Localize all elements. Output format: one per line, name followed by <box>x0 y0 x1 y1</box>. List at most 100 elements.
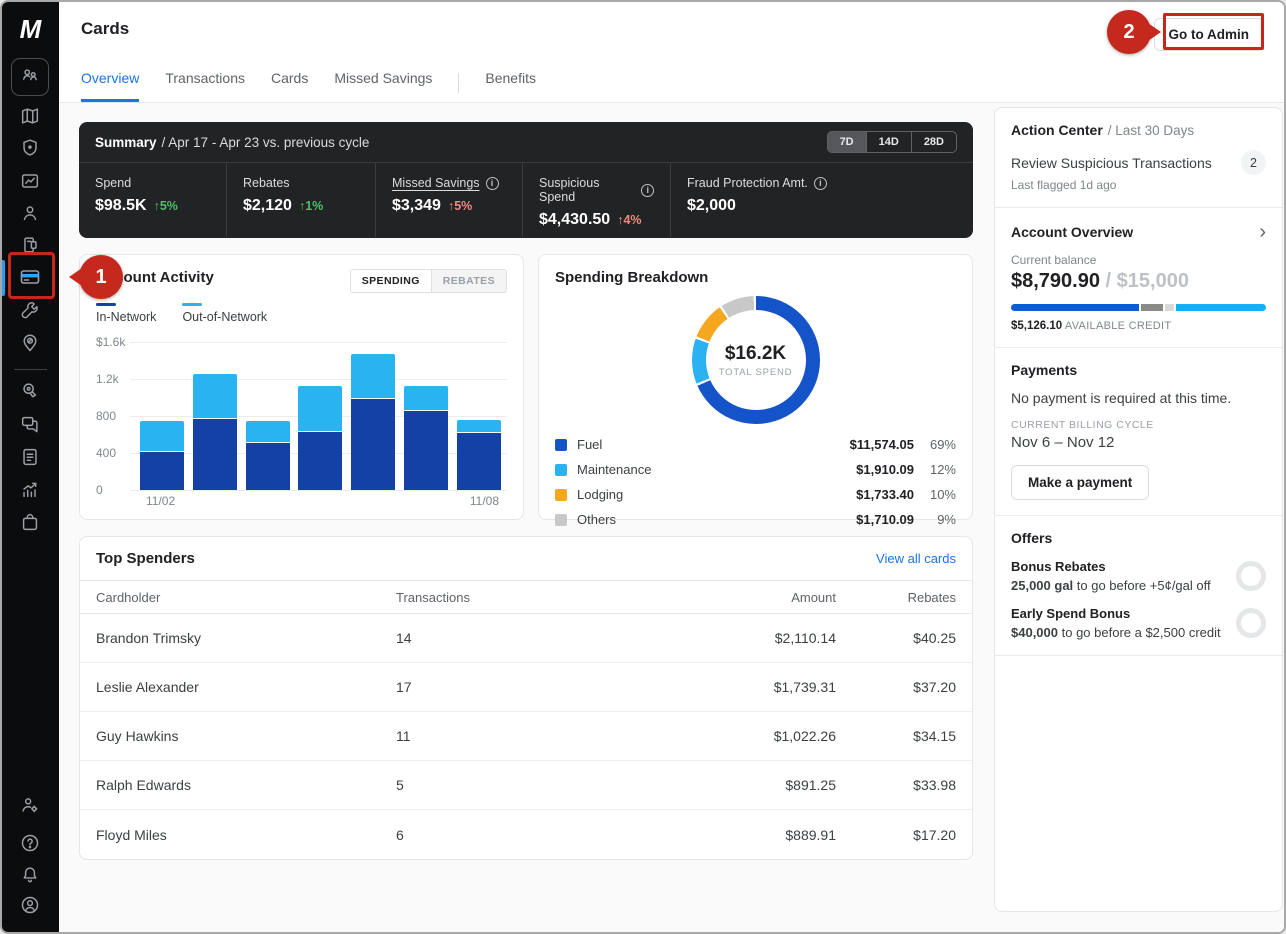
sidebar-item-documents[interactable] <box>15 444 45 474</box>
others-swatch <box>555 514 567 526</box>
y-axis-tick: $1.6k <box>96 335 125 349</box>
legend-out-of-network: Out-of-Network <box>182 303 267 324</box>
make-a-payment-button[interactable]: Make a payment <box>1011 465 1149 500</box>
spending-breakdown-title: Spending Breakdown <box>555 269 956 286</box>
top-spenders-title: Top Spenders <box>96 550 195 567</box>
offer-early-spend-bonus[interactable]: Early Spend Bonus $40,000 to go before a… <box>1011 606 1266 640</box>
tab-cards[interactable]: Cards <box>271 70 308 102</box>
table-row[interactable]: Brandon Trimsky14 $2,110.14$40.25 <box>80 614 972 663</box>
sidebar-item-maintenance[interactable] <box>15 297 45 327</box>
tab-benefits[interactable]: Benefits <box>485 70 536 102</box>
sidebar-item-notifications[interactable] <box>15 862 45 892</box>
account-icon <box>19 894 41 921</box>
stacked-bar-11/08[interactable] <box>457 420 501 490</box>
page-header: Cards Overview Transactions Cards Missed… <box>59 2 1286 103</box>
sidebar: M <box>2 2 59 934</box>
credit-limit: / $15,000 <box>1100 270 1189 292</box>
legend-row-maintenance: Maintenance $1,910.0912% <box>555 457 956 482</box>
page-title: Cards <box>81 19 129 39</box>
credit-usage-bar <box>1011 304 1266 311</box>
view-all-cards-link[interactable]: View all cards <box>876 551 956 566</box>
y-axis-tick: 400 <box>96 446 116 460</box>
billing-cycle-label: CURRENT BILLING CYCLE <box>1011 419 1266 431</box>
sidebar-item-org-switcher[interactable] <box>11 58 49 96</box>
range-option-14d[interactable]: 14D <box>866 132 911 152</box>
sidebar-item-fuel-hub[interactable] <box>15 330 45 360</box>
dashboard-chart-icon <box>19 170 41 197</box>
range-option-7d[interactable]: 7D <box>828 132 866 152</box>
metric-fraud-protection: Fraud Protection Amt.i $2,000 <box>670 163 973 237</box>
info-icon[interactable]: i <box>486 177 499 190</box>
document-icon <box>19 446 41 473</box>
donut-center: $16.2K TOTAL SPEND <box>706 310 806 410</box>
map-icon <box>19 105 41 132</box>
review-suspicious-transactions[interactable]: Review Suspicious Transactions 2 <box>1011 150 1266 175</box>
sidebar-item-dashcam[interactable] <box>15 378 45 408</box>
y-axis-tick: 800 <box>96 409 116 423</box>
payment-message: No payment is required at this time. <box>1011 390 1266 406</box>
fuel-swatch <box>555 439 567 451</box>
sidebar-item-map[interactable] <box>15 103 45 133</box>
stacked-bar-11/05[interactable] <box>298 386 342 490</box>
sidebar-item-safety[interactable] <box>15 135 45 165</box>
info-icon[interactable]: i <box>814 177 827 190</box>
activity-legend: In-Network Out-of-Network <box>96 303 507 324</box>
in-network-swatch <box>96 303 116 306</box>
motive-logo: M <box>2 14 59 45</box>
sidebar-item-account[interactable] <box>15 892 45 922</box>
credit-bar-segment <box>1176 304 1265 311</box>
stacked-bar-11/06[interactable] <box>351 354 395 490</box>
missed-savings-delta: ↑5% <box>448 199 472 213</box>
chart-bars <box>140 342 501 490</box>
y-axis-tick: 1.2k <box>96 372 119 386</box>
tab-transactions[interactable]: Transactions <box>165 70 245 102</box>
sidebar-item-help[interactable] <box>15 830 45 860</box>
toggle-rebates[interactable]: REBATES <box>432 270 506 292</box>
range-option-28d[interactable]: 28D <box>911 132 956 152</box>
chevron-right-icon[interactable]: › <box>1259 222 1266 242</box>
table-header: Cardholder Transactions Amount Rebates <box>80 581 972 614</box>
app-window: M <box>0 0 1286 934</box>
credit-card-icon <box>18 265 42 294</box>
bag-icon <box>19 511 41 538</box>
stacked-bar-11/04[interactable] <box>246 421 290 490</box>
summary-header: Summary / Apr 17 - Apr 23 vs. previous c… <box>79 122 973 163</box>
stacked-bar-11/07[interactable] <box>404 386 448 490</box>
right-panel: Action Center / Last 30 Days Review Susp… <box>994 107 1283 912</box>
sidebar-item-messages[interactable] <box>15 411 45 441</box>
offer-bonus-rebates[interactable]: Bonus Rebates 25,000 gal to go before +5… <box>1011 559 1266 593</box>
x-label-last: 11/08 <box>470 494 499 508</box>
top-spenders-card: Top Spenders View all cards Cardholder T… <box>79 536 973 860</box>
toggle-spending[interactable]: SPENDING <box>351 270 432 292</box>
sidebar-item-eld-devices[interactable] <box>15 232 45 262</box>
out-of-network-swatch <box>182 303 202 306</box>
stacked-bar-11/03[interactable] <box>193 374 237 490</box>
breakdown-legend: Fuel $11,574.0569% Maintenance $1,910.09… <box>555 432 956 532</box>
stacked-bar-11/02[interactable] <box>140 421 184 490</box>
sidebar-item-dashboard[interactable] <box>15 168 45 198</box>
x-label-first: 11/02 <box>146 494 175 508</box>
table-row[interactable]: Ralph Edwards5 $891.25$33.98 <box>80 761 972 810</box>
sidebar-item-drivers[interactable] <box>15 200 45 230</box>
action-center-section: Action Center / Last 30 Days Review Susp… <box>995 108 1282 208</box>
spend-delta: ↑5% <box>154 199 178 213</box>
tab-missed-savings[interactable]: Missed Savings <box>334 70 432 102</box>
sidebar-item-admin[interactable] <box>15 792 45 822</box>
table-row[interactable]: Floyd Miles6 $889.91$17.20 <box>80 810 972 859</box>
tab-divider <box>458 73 459 93</box>
offers-section: Offers Bonus Rebates 25,000 gal to go be… <box>995 516 1282 656</box>
table-row[interactable]: Leslie Alexander17 $1,739.31$37.20 <box>80 663 972 712</box>
tab-overview[interactable]: Overview <box>81 70 139 102</box>
sidebar-item-cards[interactable] <box>15 264 45 294</box>
progress-ring-icon <box>1236 608 1266 638</box>
sidebar-item-marketplace[interactable] <box>15 509 45 539</box>
legend-row-fuel: Fuel $11,574.0569% <box>555 432 956 457</box>
spending-donut-chart: $16.2K TOTAL SPEND <box>692 296 820 424</box>
bell-icon <box>19 864 41 891</box>
admin-user-gear-icon <box>19 794 41 821</box>
info-icon[interactable]: i <box>641 184 654 197</box>
table-row[interactable]: Guy Hawkins11 $1,022.26$34.15 <box>80 712 972 761</box>
account-activity-card: Account Activity SPENDING REBATES In-Net… <box>79 254 524 520</box>
chart-x-axis: 11/02 11/08 <box>140 494 501 510</box>
sidebar-item-reports[interactable] <box>15 477 45 507</box>
